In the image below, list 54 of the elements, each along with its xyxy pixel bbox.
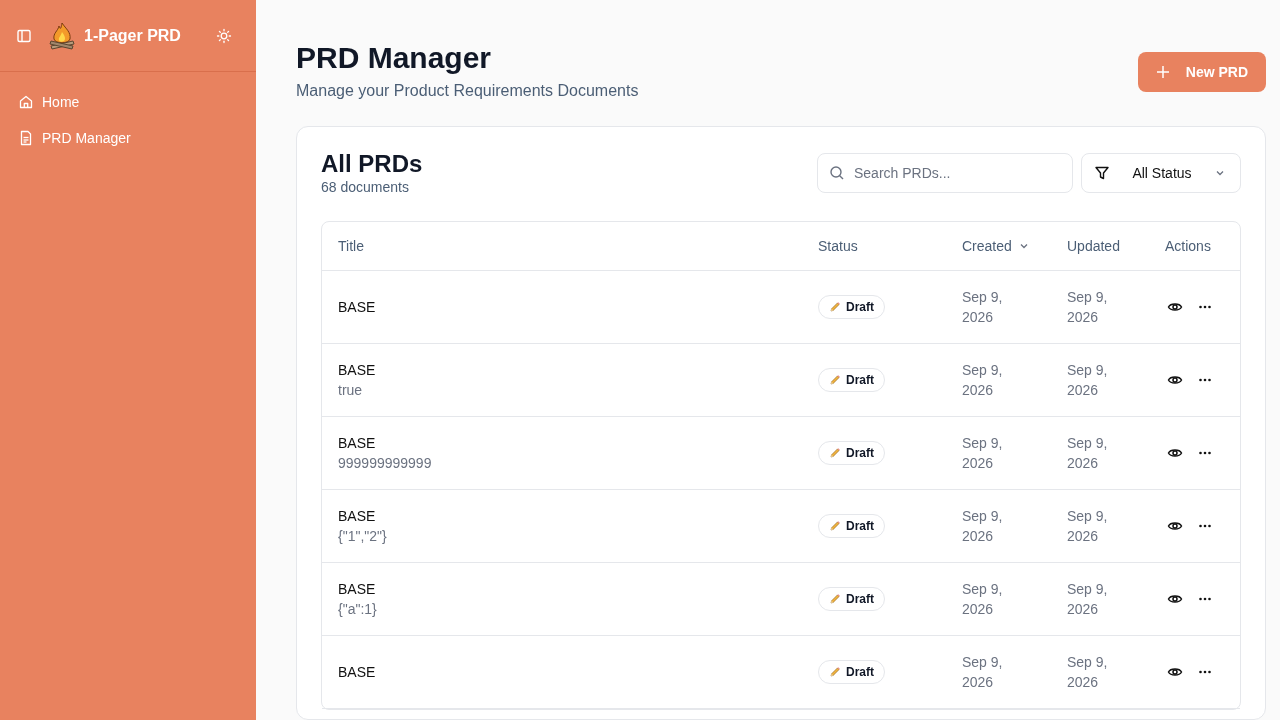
pencil-icon (829, 447, 841, 459)
prd-title: BASE (338, 435, 377, 451)
prd-title: BASE (338, 299, 377, 315)
updated-date: Sep 9, 2026 (1067, 580, 1109, 619)
prd-description: true (338, 382, 364, 398)
column-header: Actions (1164, 237, 1212, 256)
created-date: Sep 9, 2026 (962, 653, 1004, 692)
created-date: Sep 9, 2026 (962, 434, 1004, 473)
plus-icon (1155, 65, 1170, 79)
filter-icon (1094, 165, 1110, 181)
table-row[interactable]: BASE Draft Sep 9, 2026 Sep 9, 2026 (322, 271, 1240, 344)
prd-description: {"a":1} (338, 601, 378, 617)
campfire-icon (48, 20, 76, 51)
document-count: 68 documents (321, 179, 410, 195)
table-row[interactable]: BASE {"a":1} Draft Sep 9, 2026 Sep 9, 2026 (322, 563, 1240, 636)
column-header: Status (817, 237, 859, 256)
sidebar-toggle-icon[interactable] (16, 27, 32, 44)
document-icon (18, 130, 34, 146)
theme-toggle-icon[interactable] (216, 27, 232, 44)
column-header: Title (337, 237, 365, 256)
updated-date: Sep 9, 2026 (1067, 434, 1109, 473)
page-subtitle: Manage your Product Requirements Documents (296, 82, 639, 100)
column-header: Updated (1066, 237, 1121, 256)
column-header[interactable]: Created (946, 222, 1051, 270)
prd-description: 999999999999 (338, 455, 433, 471)
updated-date: Sep 9, 2026 (1067, 507, 1109, 546)
created-date: Sep 9, 2026 (962, 507, 1004, 546)
prd-title: BASE (338, 581, 377, 597)
search-icon (829, 165, 845, 181)
prd-description: {"1","2"} (338, 528, 388, 544)
created-date: Sep 9, 2026 (962, 361, 1004, 400)
updated-date: Sep 9, 2026 (1067, 361, 1109, 400)
table-row[interactable]: BASE Draft Sep 9, 2026 Sep 9, 2026 (322, 636, 1240, 709)
card-title: All PRDs (321, 151, 423, 177)
table-row[interactable]: BASE {"1","2"} Draft Sep 9, 2026 Sep 9, 2026 (322, 490, 1240, 563)
pencil-icon (829, 520, 841, 532)
pencil-icon (829, 301, 841, 313)
prd-title: BASE (338, 508, 377, 524)
search-field[interactable]: Search PRDs... (817, 153, 1073, 193)
page-title: PRD Manager (296, 40, 493, 76)
table-row[interactable]: BASE true Draft Sep 9, 2026 Sep 9, 2026 (322, 344, 1240, 417)
created-date: Sep 9, 2026 (962, 580, 1004, 619)
home-icon (18, 94, 34, 110)
updated-date: Sep 9, 2026 (1067, 288, 1109, 327)
updated-date: Sep 9, 2026 (1067, 653, 1109, 692)
table-row[interactable]: BASE 999999999999 Draft Sep 9, 2026 Sep 9, 2026 (322, 417, 1240, 490)
prd-title: BASE (338, 362, 377, 378)
pencil-icon (829, 374, 841, 386)
pencil-icon (829, 666, 841, 678)
pencil-icon (829, 593, 841, 605)
app-name: 1-Pager PRD (84, 26, 182, 45)
created-date: Sep 9, 2026 (962, 288, 1004, 327)
prd-title: BASE (338, 664, 377, 680)
status-filter-dropdown[interactable]: All Status (1081, 153, 1241, 193)
